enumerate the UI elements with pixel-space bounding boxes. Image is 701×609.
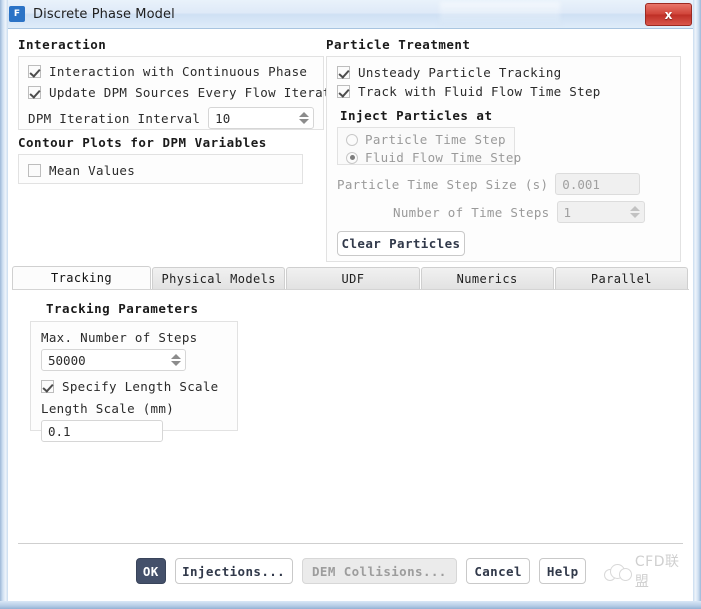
tracking-parameters-section: Tracking Parameters Max. Number of Steps… [30,301,238,442]
cancel-button[interactable]: Cancel [466,558,531,584]
discrete-phase-model-window: F Discrete Phase Model x Interaction Int… [0,0,701,609]
dpm-iteration-interval-input[interactable]: 10 [208,107,314,129]
ok-button[interactable]: OK [136,558,166,584]
stepper-down-icon [629,213,640,218]
contour-plots-section: Contour Plots for DPM Variables Mean Val… [18,135,303,184]
window-frame-bottom [0,601,701,609]
max-number-of-steps-label: Max. Number of Steps [41,330,198,345]
fluent-app-icon: F [9,6,25,22]
length-scale-label: Length Scale (mm) [41,401,175,416]
checkbox-label: Unsteady Particle Tracking [358,65,562,80]
radio-fluid-flow-time-step[interactable]: Fluid Flow Time Step [346,150,521,165]
dpm-iteration-interval-label: DPM Iteration Interval [28,110,201,126]
tab-parallel[interactable]: Parallel [554,267,688,289]
footer-button-bar: OK Injections... DEM Collisions... Cance… [8,551,693,591]
tab-udf[interactable]: UDF [286,267,420,289]
stepper-down-icon[interactable] [299,119,309,124]
max-number-of-steps-input[interactable]: 50000 [41,349,186,371]
radio-label: Particle Time Step [365,132,506,147]
close-button[interactable]: x [645,3,692,26]
number-of-time-steps-row: Number of Time Steps 1 [337,201,670,223]
dialog-client-area: Interaction Interaction with Continuous … [8,29,693,601]
length-scale-value: 0.1 [48,423,71,439]
number-of-time-steps-input: 1 [556,201,645,223]
length-scale-input[interactable]: 0.1 [41,420,163,442]
cloud-icon [604,562,633,581]
radio-label: Fluid Flow Time Step [365,150,522,165]
checkbox-box[interactable] [337,66,350,79]
checkbox-box[interactable] [28,86,41,99]
watermark-text: CFD联盟 [634,554,680,590]
app-icon-letter: F [13,9,21,19]
checkbox-update-dpm-sources[interactable]: Update DPM Sources Every Flow Iteration [28,85,354,100]
checkbox-box[interactable] [28,65,41,78]
tracking-parameters-title: Tracking Parameters [46,301,199,316]
tracking-parameters-group-box: Max. Number of Steps 50000 Specify Lengt… [30,321,238,442]
max-number-of-steps-stepper[interactable] [167,350,185,370]
dpm-iteration-interval-row: DPM Iteration Interval 10 [28,107,314,129]
cfd-union-watermark: CFD联盟 [604,551,693,591]
particle-time-step-size-input: 0.001 [555,173,641,195]
checkbox-label: Interaction with Continuous Phase [49,64,308,79]
inject-particles-at-title: Inject Particles at [340,108,493,123]
checkbox-box[interactable] [41,380,54,393]
inject-particles-radio-group: Particle Time Step Fluid Flow Time Step [337,127,521,165]
dpm-iteration-interval-value: 10 [215,110,231,126]
particle-treatment-title: Particle Treatment [326,37,471,52]
number-of-time-steps-label: Number of Time Steps [393,204,550,220]
checkbox-label: Mean Values [49,163,136,178]
max-number-of-steps-value: 50000 [48,352,86,368]
window-frame-right [693,0,701,609]
checkbox-mean-values[interactable]: Mean Values [28,163,293,178]
checkbox-label: Update DPM Sources Every Flow Iteration [49,85,355,100]
help-button[interactable]: Help [539,558,587,584]
checkbox-box[interactable] [337,85,350,98]
interaction-group-box: Interaction with Continuous Phase Update… [18,56,354,130]
number-of-time-steps-value: 1 [563,204,572,220]
interaction-title: Interaction [18,37,107,52]
particle-time-step-size-label: Particle Time Step Size (s) [337,176,549,192]
footer-separator [18,543,683,544]
tab-tracking[interactable]: Tracking [12,266,152,289]
dem-collisions-button: DEM Collisions... [301,558,458,584]
checkbox-interaction-with-continuous-phase[interactable]: Interaction with Continuous Phase [28,64,314,79]
radio-circle[interactable] [346,151,358,164]
checkbox-box[interactable] [28,164,41,177]
window-title: Discrete Phase Model [33,6,175,22]
tab-numerics[interactable]: Numerics [420,267,554,289]
particle-time-step-size-value: 0.001 [562,176,600,192]
checkbox-label: Specify Length Scale [62,379,219,394]
checkbox-unsteady-particle-tracking[interactable]: Unsteady Particle Tracking [337,65,670,80]
checkbox-label: Track with Fluid Flow Time Step [358,84,601,99]
interaction-section: Interaction Interaction with Continuous … [18,37,354,130]
stepper-up-icon[interactable] [299,112,309,117]
number-of-time-steps-stepper [626,202,644,222]
stepper-up-icon[interactable] [171,354,181,359]
title-bar: F Discrete Phase Model x [0,0,701,29]
stepper-down-icon[interactable] [171,361,181,366]
particle-treatment-section: Particle Treatment Unsteady Particle Tra… [326,37,681,262]
injections-button[interactable]: Injections... [174,558,293,584]
stepper-up-icon [629,206,640,211]
particle-time-step-size-row: Particle Time Step Size (s) 0.001 [337,173,670,195]
checkbox-track-with-fluid-flow-time-step[interactable]: Track with Fluid Flow Time Step [337,84,670,99]
dpm-iteration-interval-stepper[interactable] [295,108,313,128]
tab-physical-models[interactable]: Physical Models [152,267,286,289]
radio-particle-time-step[interactable]: Particle Time Step [346,132,506,147]
clear-particles-button[interactable]: Clear Particles [337,231,465,256]
contour-plots-title: Contour Plots for DPM Variables [18,135,267,150]
checkbox-specify-length-scale[interactable]: Specify Length Scale [41,379,227,394]
titlebar-artifact [440,2,560,26]
window-frame-left [0,0,8,609]
tab-strip: Tracking Physical Models UDF Numerics Pa… [12,266,689,290]
contour-plots-group-box: Mean Values [18,154,303,184]
radio-circle[interactable] [346,133,358,146]
particle-treatment-group-box: Unsteady Particle Tracking Track with Fl… [326,56,681,262]
